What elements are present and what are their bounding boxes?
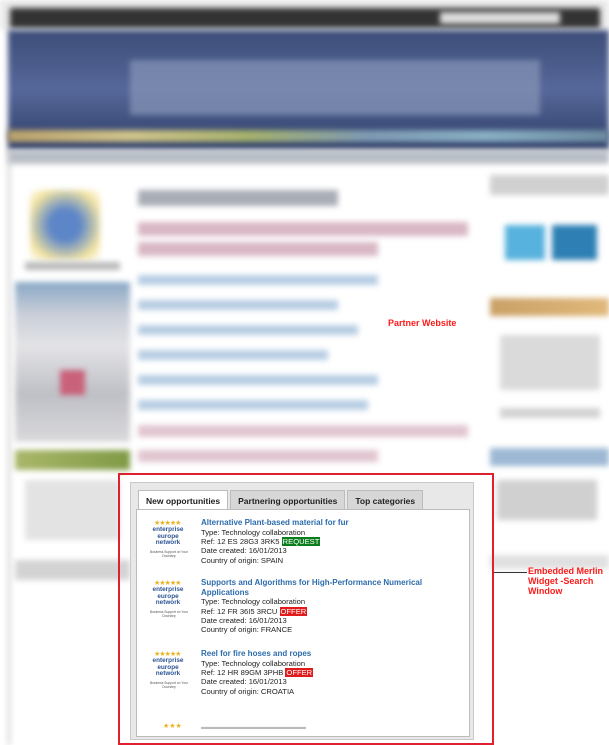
een-logo-icon: ★★★★★ enterprise europe network Business… <box>148 580 188 626</box>
partner-website-annotation: Partner Website <box>388 318 457 328</box>
logo-caption <box>25 262 120 270</box>
logo-wordmark: enterprise europe network <box>148 657 188 678</box>
right-sidebar-icon <box>552 225 597 260</box>
content-highlight <box>138 425 468 437</box>
logo-line: network <box>155 599 181 607</box>
content-link-row <box>138 375 378 385</box>
tab-partnering-opportunities[interactable]: Partnering opportunities <box>230 490 346 509</box>
offer-badge: OFFER <box>279 606 308 616</box>
opportunity-title-link[interactable]: Supports and Algorithms for High-Perform… <box>201 578 463 597</box>
opportunity-date: Date created: 16/01/2013 <box>201 616 287 625</box>
opportunity-ref-row: Ref: 12 FR 36I5 3RCU OFFER <box>201 606 463 616</box>
opportunity-country: Country of origin: FRANCE <box>201 625 293 635</box>
truncated-item-placeholder: ▬▬▬▬▬▬▬▬▬▬▬▬▬▬▬ <box>201 724 306 731</box>
top-search <box>440 12 560 24</box>
merlin-widget: New opportunities Partnering opportuniti… <box>130 482 474 740</box>
opportunity-title-link[interactable]: Alternative Plant-based material for fur <box>201 518 463 528</box>
left-sidebar-image <box>60 370 85 395</box>
opportunity-type: Type: Technology collaboration <box>201 597 306 607</box>
logo-tagline: Business Support on Your Doorstep <box>150 550 188 558</box>
header-stripe <box>8 130 609 142</box>
right-sidebar-box <box>500 335 600 390</box>
right-sidebar-icon <box>505 225 545 260</box>
opportunity-country: Country of origin: SPAIN <box>201 555 284 565</box>
een-logo-icon: ★★★★★ enterprise europe network Business… <box>148 651 188 697</box>
content-link-row <box>138 275 378 285</box>
offer-badge: OFFER <box>285 668 314 677</box>
left-sidebar-green-bar <box>15 450 130 470</box>
right-sidebar-blue-bar <box>490 448 609 466</box>
opportunity-ref-row: Ref: 12 HR 89GM 3PHB OFFER <box>201 668 463 677</box>
right-sidebar-box <box>497 480 597 520</box>
left-sidebar-footer <box>15 560 130 580</box>
een-logo-icon: ★★★★★ enterprise europe network Business… <box>148 520 188 566</box>
item-details: Supports and Algorithms for High-Perform… <box>201 578 463 635</box>
content-link-row <box>138 300 338 310</box>
tab-new-opportunities[interactable]: New opportunities <box>138 490 229 510</box>
content-link-row <box>138 400 368 410</box>
embedded-widget-annotation: Embedded Merlin Widget -Search Window <box>528 566 608 596</box>
logo-tagline: Business Support on Your Doorstep <box>150 681 188 689</box>
annotation-line: Embedded Merlin <box>528 566 604 576</box>
site-header-logo <box>130 60 540 115</box>
item-details: Reel for fire hoses and ropes Type: Tech… <box>201 649 463 696</box>
content-heading <box>138 190 338 206</box>
opportunity-date: Date created: 16/01/2013 <box>201 677 287 687</box>
tab-top-categories[interactable]: Top categories <box>347 490 424 509</box>
content-link-row <box>138 325 358 335</box>
annotation-line: Widget -Search <box>528 576 594 586</box>
opportunity-ref-row: Ref: 12 ES 28G3 3RK5 REQUEST <box>201 537 463 546</box>
logo-wordmark: enterprise europe network <box>148 586 188 607</box>
content-link-row <box>138 350 328 360</box>
partner-logo <box>30 190 100 260</box>
opportunity-date: Date created: 16/01/2013 <box>201 546 287 556</box>
logo-tagline: Business Support on Your Doorstep <box>150 610 188 618</box>
left-sidebar-panel <box>15 282 130 442</box>
content-highlight <box>138 450 378 462</box>
left-border <box>8 150 10 745</box>
right-sidebar-line <box>500 408 600 418</box>
logo-line: network <box>155 670 181 678</box>
annotation-line: Window <box>528 586 563 596</box>
opportunity-title-link[interactable]: Reel for fire hoses and ropes <box>201 649 463 659</box>
logo-wordmark: enterprise europe network <box>148 526 188 547</box>
request-badge: REQUEST <box>281 537 321 546</box>
opportunity-country: Country of origin: CROATIA <box>201 686 295 696</box>
item-details: Alternative Plant-based material for fur… <box>201 518 463 565</box>
opportunities-list: ★★★★★ enterprise europe network Business… <box>136 509 470 737</box>
logo-line: network <box>155 539 181 547</box>
site-navigation <box>8 150 609 164</box>
opportunity-type: Type: Technology collaboration <box>201 527 306 537</box>
content-highlight <box>138 222 468 236</box>
right-sidebar-header <box>490 175 609 195</box>
content-highlight <box>138 242 378 256</box>
opportunity-type: Type: Technology collaboration <box>201 658 306 668</box>
left-sidebar-box <box>25 480 120 540</box>
opportunity-ref: Ref: 12 HR 89GM 3PHB <box>201 668 284 677</box>
opportunity-ref: Ref: 12 ES 28G3 3RK5 <box>201 537 280 546</box>
right-sidebar-orange-bar <box>490 298 609 316</box>
opportunity-ref: Ref: 12 FR 36I5 3RCU <box>201 606 278 616</box>
annotation-connector <box>494 572 527 573</box>
stars-icon: ★★★ <box>163 723 182 730</box>
